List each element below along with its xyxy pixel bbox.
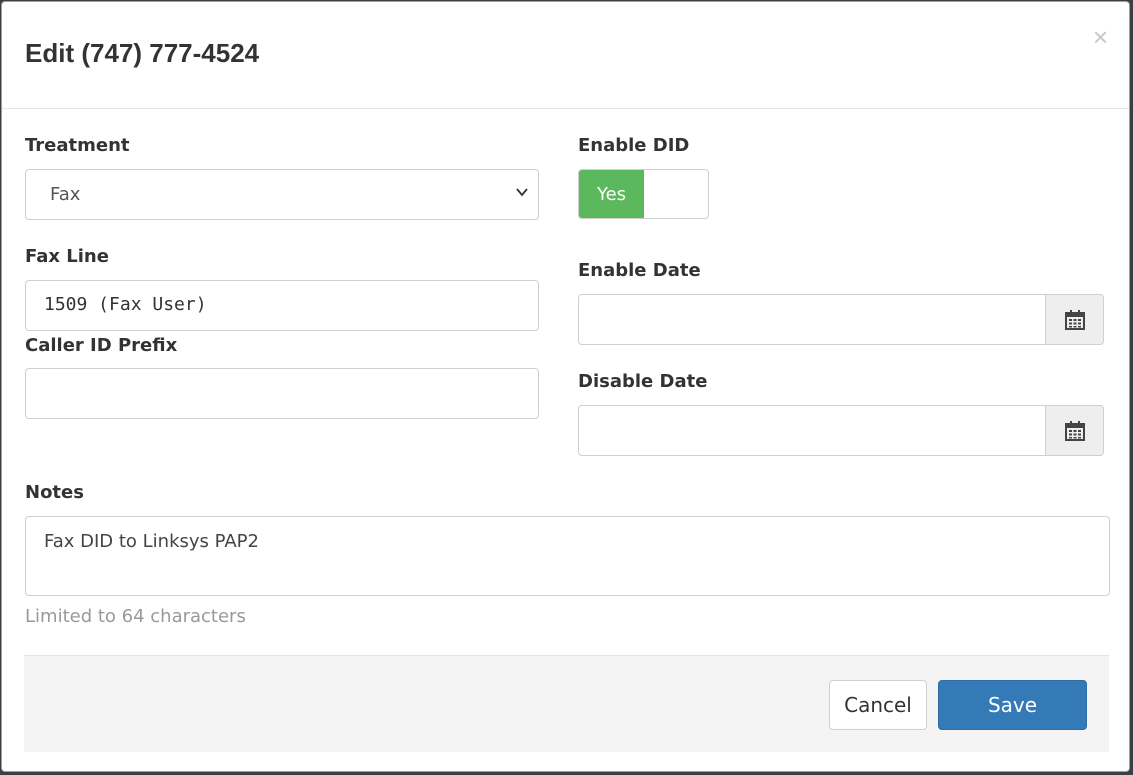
toggle-on-state: Yes [579,170,644,218]
enable-did-label: Enable DID [578,135,690,156]
disable-date-group [578,405,1104,456]
calendar-icon [1064,309,1085,330]
dialog-title: Edit (747) 777-4524 [25,38,260,68]
disable-date-label: Disable Date [578,371,708,392]
disable-date-input[interactable] [578,405,1047,456]
treatment-selected-value: Fax [50,184,81,205]
enable-date-label: Enable Date [578,260,701,281]
cancel-button[interactable]: Cancel [829,680,927,730]
enable-date-input[interactable] [578,294,1047,345]
notes-textarea[interactable]: Fax DID to Linksys PAP2 [25,516,1110,596]
save-button[interactable]: Save [938,680,1087,730]
close-icon[interactable]: × [1093,22,1108,52]
dialog-header: Edit (747) 777-4524 × [2,2,1129,109]
disable-date-picker-button[interactable] [1045,405,1104,456]
notes-value: Fax DID to Linksys PAP2 [44,531,259,552]
enable-did-toggle[interactable]: Yes [578,169,709,219]
calendar-icon [1064,420,1085,441]
notes-label: Notes [25,482,84,503]
caller-id-prefix-label: Caller ID Prefix [25,335,178,356]
enable-date-picker-button[interactable] [1045,294,1104,345]
treatment-label: Treatment [25,135,130,156]
fax-line-field[interactable]: 1509 (Fax User) [25,280,539,331]
edit-did-dialog: Edit (747) 777-4524 × Treatment Fax Enab… [1,1,1130,772]
fax-line-label: Fax Line [25,246,109,267]
notes-help-text: Limited to 64 characters [25,606,246,627]
treatment-select[interactable]: Fax [25,169,539,220]
chevron-down-icon [516,188,528,197]
dialog-footer: Cancel Save [24,655,1109,752]
caller-id-prefix-input[interactable] [25,368,539,419]
enable-date-group [578,294,1104,345]
fax-line-value: 1509 (Fax User) [44,294,207,315]
